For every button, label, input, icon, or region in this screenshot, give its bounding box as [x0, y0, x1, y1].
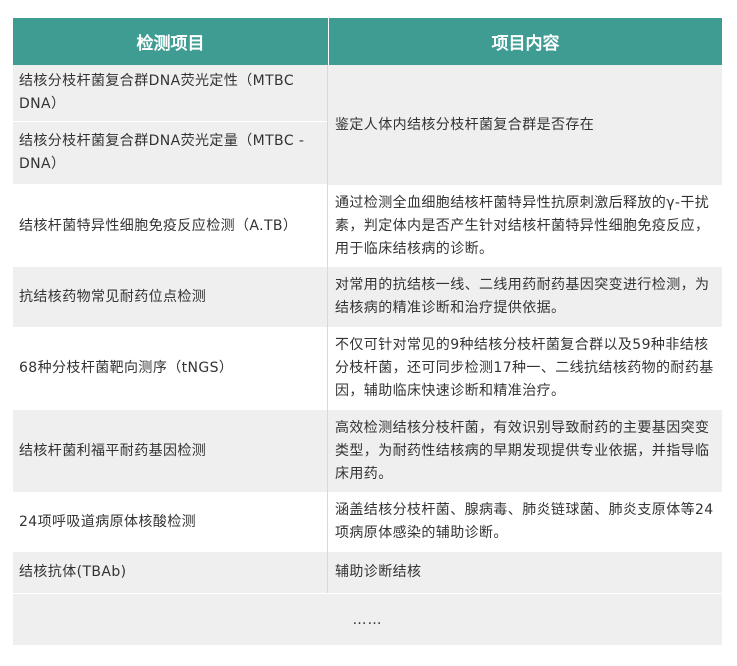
header-item-label: 检测项目 [13, 18, 329, 65]
table-row: 结核杆菌特异性细胞免疫反应检测（A.TB） 通过检测全血细胞结核杆菌特异性抗原刺… [13, 185, 722, 267]
table-cell-item: 结核杆菌利福平耐药基因检测 [13, 410, 328, 492]
table-cell-content: 鉴定人体内结核分枝杆菌复合群是否存在 [328, 65, 722, 185]
more-ellipsis: …… [13, 594, 722, 645]
table-cell-item: 结核抗体(TBAb) [13, 552, 328, 593]
merged-item-cell: 结核分枝杆菌复合群DNA荧光定性（MTBC DNA） 结核分枝杆菌复合群DNA荧… [13, 65, 328, 185]
header-content-label: 项目内容 [491, 34, 560, 54]
table-cell-content: 对常用的抗结核一线、二线用药耐药基因突变进行检测，为结核病的精准诊断和治疗提供依… [335, 277, 710, 316]
table-cell-content: 不仅可针对常见的9种结核分枝杆菌复合群以及59种非结核分枝杆菌，还可同步检测17… [335, 337, 714, 399]
table-header: 检测项目 项目内容 [13, 18, 722, 65]
table-cell-item: 结核分枝杆菌复合群DNA荧光定量（MTBC -DNA） [13, 121, 327, 184]
table-row: 24项呼吸道病原体核酸检测 涵盖结核分枝杆菌、腺病毒、肺炎链球菌、肺炎支原体等2… [13, 492, 722, 552]
table-row: 抗结核药物常见耐药位点检测 对常用的抗结核一线、二线用药耐药基因突变进行检测，为… [13, 267, 722, 327]
table-cell-content: 通过检测全血细胞结核杆菌特异性抗原刺激后释放的γ-干扰素，判定体内是否产生针对结… [335, 194, 710, 257]
table-row-merged: 结核分枝杆菌复合群DNA荧光定性（MTBC DNA） 结核分枝杆菌复合群DNA荧… [13, 65, 722, 185]
table-cell-item: 结核分枝杆菌复合群DNA荧光定性（MTBC DNA） [13, 65, 327, 121]
test-items-table: 检测项目 项目内容 结核分枝杆菌复合群DNA荧光定性（MTBC DNA） 结核分… [13, 18, 722, 645]
table-cell-item: 24项呼吸道病原体核酸检测 [13, 492, 328, 552]
table-row: 68种分枝杆菌靶向测序（tNGS） 不仅可针对常见的9种结核分枝杆菌复合群以及5… [13, 327, 722, 410]
table-row: 结核抗体(TBAb) 辅助诊断结核 [13, 552, 722, 593]
table-cell-content: 涵盖结核分枝杆菌、腺病毒、肺炎链球菌、肺炎支原体等24项病原体感染的辅助诊断。 [335, 502, 714, 541]
table-cell-content: 高效检测结核分枝杆菌，有效识别导致耐药的主要基因突变类型，为耐药性结核病的早期发… [335, 419, 710, 482]
table-cell-item: 结核杆菌特异性细胞免疫反应检测（A.TB） [13, 185, 328, 267]
table-cell-item: 68种分枝杆菌靶向测序（tNGS） [13, 327, 328, 410]
table-cell-item: 抗结核药物常见耐药位点检测 [13, 267, 328, 327]
table-cell-content: 辅助诊断结核 [335, 564, 422, 580]
table-row: 结核杆菌利福平耐药基因检测 高效检测结核分枝杆菌，有效识别导致耐药的主要基因突变… [13, 410, 722, 492]
